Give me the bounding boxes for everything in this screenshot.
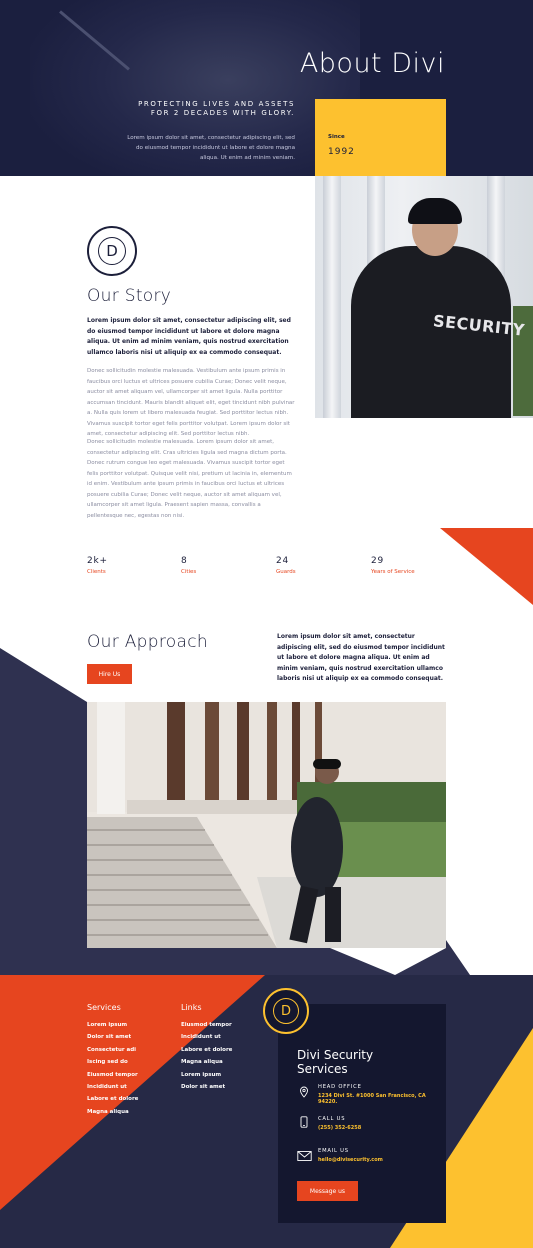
footer-service-link[interactable]: Labore et dolore — [87, 1093, 138, 1105]
stat-value: 2k+ — [87, 556, 108, 566]
story-lead: Lorem ipsum dolor sit amet, consectetur … — [87, 317, 291, 356]
orange-corner-shape — [440, 528, 533, 605]
footer-services: Services Lorem ipsum Dolor sit amet Cons… — [87, 1003, 138, 1118]
footer-service-link[interactable]: Incididunt ut — [87, 1081, 138, 1093]
stat-guards: 24 Guards — [276, 556, 296, 575]
contact-card: Divi Security Services HEAD OFFICE 1234 … — [278, 1004, 446, 1223]
story-title: Our Story — [87, 286, 172, 306]
approach-text: Lorem ipsum dolor sit amet, consectetur … — [277, 633, 445, 682]
footer-service-link[interactable]: Eiusmod tempor — [87, 1069, 138, 1081]
column — [323, 176, 341, 418]
footer-service-link[interactable]: Iscing sed do — [87, 1056, 138, 1068]
contact-title: Divi Security Services — [297, 1048, 373, 1076]
company-logo: D — [87, 226, 137, 276]
footer-links: Links Eiusmod tempor Incididunt ut Labor… — [181, 1003, 232, 1093]
since-label: Since — [328, 134, 345, 140]
stat-value: 29 — [371, 556, 385, 566]
footer-service-link[interactable]: Dolor sit amet — [87, 1031, 138, 1043]
contact-title-line-1: Divi Security — [297, 1048, 374, 1062]
hero-tagline: PROTECTING LIVES AND ASSETS FOR 2 DECADE… — [138, 100, 295, 117]
contact-title-line-2: Services — [297, 1062, 348, 1076]
message-us-button[interactable]: Message us — [297, 1181, 358, 1201]
security-guard-photo: SECURITY — [315, 176, 533, 418]
footer-service-link[interactable]: Consectetur adi — [87, 1044, 138, 1056]
stat-years: 29 Years of Service — [371, 556, 415, 575]
logo-letter: D — [98, 237, 126, 265]
stat-label: Years of Service — [371, 569, 415, 575]
story-paragraph-1: Donec sollicitudin molestie malesuada. V… — [87, 368, 295, 437]
phone-icon — [300, 1116, 308, 1128]
steps-photo — [87, 702, 446, 948]
page-title: About Divi — [299, 48, 445, 79]
footer-link[interactable]: Magna aliqua — [181, 1056, 232, 1068]
stat-cities: 8 Cities — [181, 556, 196, 575]
email-address[interactable]: hello@divisecurity.com — [318, 1157, 383, 1163]
stat-value: 8 — [181, 556, 188, 566]
footer-logo-letter: D — [273, 998, 299, 1024]
since-year: 1992 — [328, 147, 355, 157]
guard-cap — [408, 198, 462, 224]
envelope-icon — [297, 1151, 312, 1161]
email-label: EMAIL US — [318, 1148, 349, 1154]
footer-link[interactable]: Labore et dolore — [181, 1044, 232, 1056]
stat-label: Clients — [87, 569, 106, 575]
footer-link[interactable]: Incididunt ut — [181, 1031, 232, 1043]
hire-us-button[interactable]: Hire Us — [87, 664, 132, 684]
footer-service-link[interactable]: Lorem ipsum — [87, 1019, 138, 1031]
story-paragraph-2: Donec sollicitudin molestie malesuada. L… — [87, 439, 292, 519]
footer-logo: D — [263, 988, 309, 1034]
services-heading: Services — [87, 1003, 121, 1012]
stat-label: Cities — [181, 569, 197, 575]
hero-description: Lorem ipsum dolor sit amet, consectetur … — [127, 135, 295, 161]
stat-clients: 2k+ Clients — [87, 556, 108, 575]
office-label: HEAD OFFICE — [318, 1084, 362, 1090]
phone-number[interactable]: (255) 352-6258 — [318, 1125, 361, 1131]
approach-title: Our Approach — [87, 632, 208, 652]
links-heading: Links — [181, 1003, 202, 1012]
footer-link[interactable]: Eiusmod tempor — [181, 1019, 232, 1031]
stat-value: 24 — [276, 556, 290, 566]
office-address: 1234 Divi St. #1000 San Francisco, CA 94… — [318, 1093, 426, 1105]
stat-label: Guards — [276, 569, 296, 575]
steps-illustration — [87, 702, 446, 948]
footer-link[interactable]: Dolor sit amet — [181, 1081, 232, 1093]
call-label: CALL US — [318, 1116, 346, 1122]
footer-service-link[interactable]: Magna aliqua — [87, 1106, 138, 1118]
footer-link[interactable]: Lorem ipsum — [181, 1069, 232, 1081]
since-box: Since 1992 — [315, 99, 446, 176]
map-pin-icon — [300, 1086, 308, 1098]
